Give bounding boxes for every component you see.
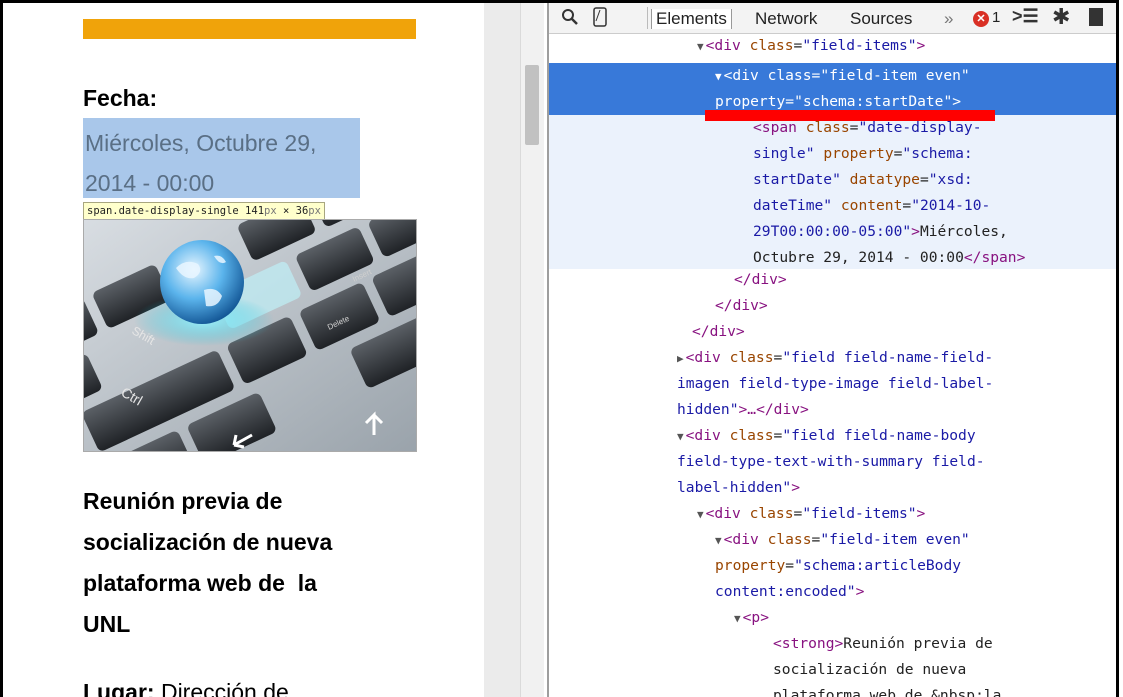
dom-line-field-body-2[interactable]: field-type-text-with-summary field- xyxy=(677,449,985,475)
console-drawer-icon[interactable]: >☰ xyxy=(1012,6,1039,27)
selected-node-children: <span class="date-display- single" prope… xyxy=(549,115,1116,269)
article-title-line4: UNL xyxy=(83,611,131,637)
expanded-arrow-icon[interactable]: ▼ xyxy=(677,430,684,443)
dom-line-span-4[interactable]: dateTime" content="2014-10- xyxy=(753,193,990,219)
article-title-line2: socialización de nueva xyxy=(83,529,333,555)
dom-line-strong[interactable]: <strong>Reunión previa de xyxy=(773,631,993,657)
dom-line-strong-2[interactable]: socialización de nueva xyxy=(773,657,966,683)
location-label: Lugar: xyxy=(83,679,155,697)
tooltip-height-unit: px xyxy=(308,205,321,217)
dom-line-close-div[interactable]: </div> xyxy=(734,267,787,293)
search-icon[interactable] xyxy=(561,8,579,26)
devtools-panel: Elements Network Sources » ✕ 1 >☰ ✱ ▼ <di… xyxy=(549,3,1116,697)
dom-line-field-item[interactable]: ▼ <div class="field-item even" xyxy=(715,63,970,89)
article-title-line3: plataforma web de la xyxy=(83,570,317,596)
dock-icon[interactable] xyxy=(1089,8,1103,26)
dom-line-field-imagen-2[interactable]: imagen field-type-image field-label- xyxy=(677,371,993,397)
article-title-line1: Reunión previa de xyxy=(83,488,283,514)
collapsed-arrow-icon[interactable]: ▶ xyxy=(677,352,684,365)
selected-dom-node[interactable]: ▼ <div class="field-item even" property="… xyxy=(549,63,1116,115)
dom-line-field-items-2[interactable]: ▼ <div class="field-items"> xyxy=(697,501,925,527)
dom-line-paragraph[interactable]: ▼ <p> xyxy=(734,605,769,631)
tooltip-width-unit: px xyxy=(264,205,277,217)
keyboard-globe-illustration: Shift Ctrl Insert Delete xyxy=(84,220,416,451)
web-page: Fecha: Miércoles, Octubre 29, 2014 - 00:… xyxy=(3,3,484,697)
page-gutter xyxy=(484,3,520,697)
event-image: Shift Ctrl Insert Delete xyxy=(83,219,417,452)
more-tabs-icon[interactable]: » xyxy=(944,9,953,29)
tab-elements[interactable]: Elements xyxy=(651,9,732,29)
dom-line-field-imagen[interactable]: ▶ <div class="field field-name-field- xyxy=(677,345,993,371)
gear-icon[interactable]: ✱ xyxy=(1052,4,1070,30)
dom-line-span-3[interactable]: startDate" datatype="xsd: xyxy=(753,167,973,193)
tooltip-height: 36 xyxy=(295,205,309,217)
event-date-line1: Miércoles, Octubre 29, xyxy=(85,130,317,156)
expanded-arrow-icon[interactable]: ▼ xyxy=(697,508,704,521)
article-title[interactable]: Reunión previa de socialización de nueva… xyxy=(83,481,403,645)
device-mode-icon[interactable] xyxy=(593,7,607,27)
red-annotation-underline xyxy=(705,110,995,121)
page-scrollbar-thumb[interactable] xyxy=(525,65,539,145)
tab-network[interactable]: Network xyxy=(755,9,817,29)
error-icon[interactable]: ✕ xyxy=(973,11,989,27)
expanded-arrow-icon[interactable]: ▼ xyxy=(734,612,741,625)
event-date: Miércoles, Octubre 29, 2014 - 00:00 xyxy=(85,123,370,203)
expanded-arrow-icon[interactable]: ▼ xyxy=(697,40,704,53)
location-field: Lugar: Dirección de xyxy=(83,679,289,697)
date-label: Fecha: xyxy=(83,85,158,111)
expanded-arrow-icon[interactable]: ▼ xyxy=(715,534,722,547)
event-date-line2: 2014 - 00:00 xyxy=(85,170,215,196)
inspect-tooltip: span.date-display-single 141px × 36px xyxy=(83,202,325,220)
elements-dom-tree: ▼ <div class="field-items"> ▼ <div class="… xyxy=(549,33,1116,697)
dom-line-close-div[interactable]: </div> xyxy=(715,293,768,319)
expanded-arrow-icon[interactable]: ▼ xyxy=(715,70,722,83)
dom-line-strong-3[interactable]: plataforma web de &nbsp;la xyxy=(773,683,1001,697)
dom-line-field-body-3[interactable]: label-hidden"> xyxy=(677,475,800,501)
dom-line-field-imagen-3[interactable]: hidden">…</div> xyxy=(677,397,809,423)
tooltip-width: 141 xyxy=(245,205,265,217)
dom-line-article-body[interactable]: ▼ <div class="field-item even" xyxy=(715,527,970,553)
toolbar-divider xyxy=(647,7,648,29)
dom-line-span-6[interactable]: Octubre 29, 2014 - 00:00</span> xyxy=(753,245,1025,271)
location-value: Dirección de xyxy=(160,679,289,697)
dom-line-close-div[interactable]: </div> xyxy=(692,319,745,345)
tab-sources[interactable]: Sources xyxy=(850,9,912,29)
dom-line-span-5[interactable]: 29T00:00:00-05:00">Miércoles, xyxy=(753,219,1008,245)
dom-line-field-body[interactable]: ▼ <div class="field field-name-body xyxy=(677,423,976,449)
dom-line-article-body-2[interactable]: property="schema:articleBody xyxy=(715,553,961,579)
dom-line-span-2[interactable]: single" property="schema: xyxy=(753,141,973,167)
header-accent-bar xyxy=(83,19,416,39)
devtools-toolbar: Elements Network Sources » ✕ 1 >☰ ✱ xyxy=(549,3,1116,34)
tooltip-selector: span.date-display-single xyxy=(87,205,239,217)
dom-line-article-body-3[interactable]: content:encoded"> xyxy=(715,579,864,605)
error-count[interactable]: 1 xyxy=(992,9,1000,26)
dom-line-field-items[interactable]: ▼ <div class="field-items"> xyxy=(697,33,925,59)
